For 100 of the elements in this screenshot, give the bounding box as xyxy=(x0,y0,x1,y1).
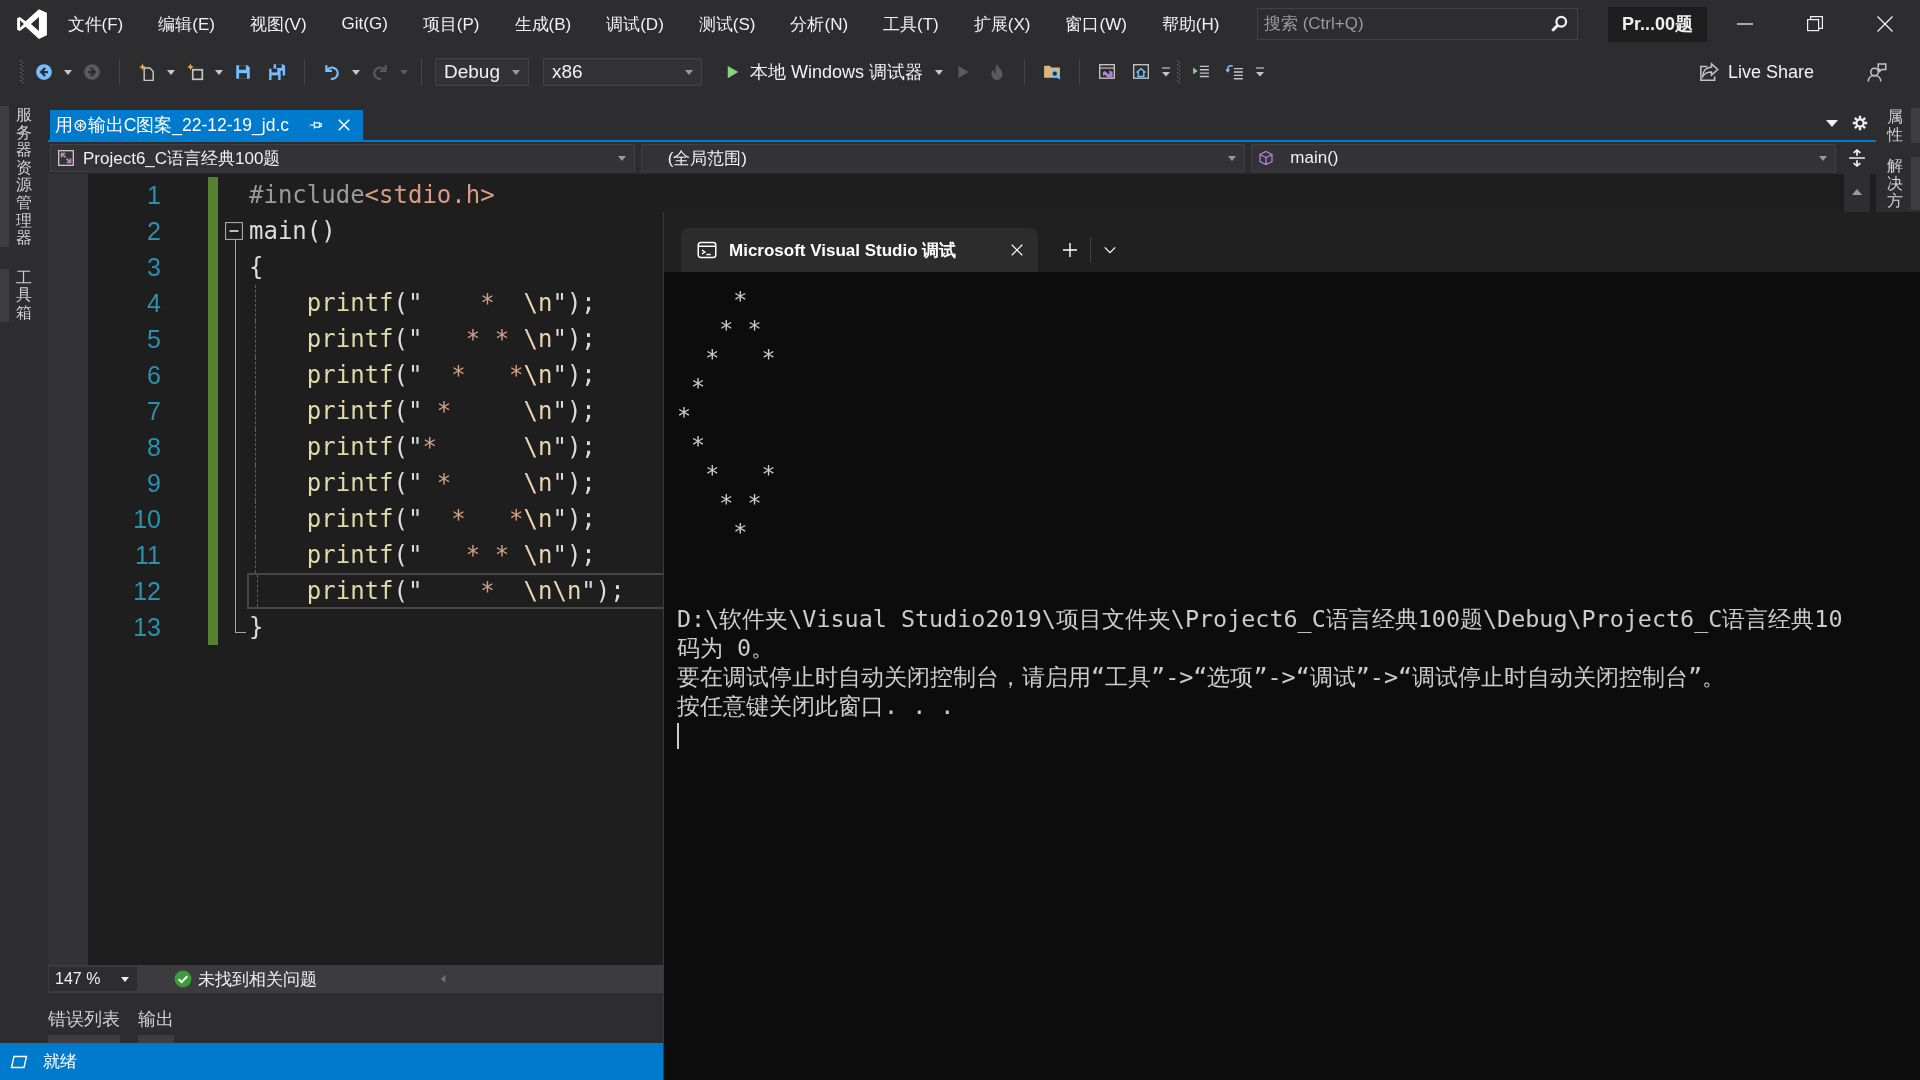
scope-dropdown[interactable]: (全局范围) xyxy=(640,144,1246,172)
menu-item[interactable]: 调试(D) xyxy=(588,6,682,42)
restore-icon xyxy=(1807,16,1823,32)
line-number: 11 xyxy=(134,540,162,571)
document-tab[interactable]: 用⊛输出C图案_22-12-19_jd.c xyxy=(50,110,364,140)
menu-item[interactable]: 视图(V) xyxy=(232,6,325,42)
line-number: 8 xyxy=(146,432,162,463)
menu-item[interactable]: Git(G) xyxy=(324,6,406,42)
forward-icon xyxy=(83,63,101,81)
search-field[interactable]: 搜索 (Ctrl+Q) xyxy=(1256,8,1578,40)
toolbar-dropdown[interactable]: x86 xyxy=(543,58,702,86)
caret-icon[interactable] xyxy=(64,69,72,75)
menu-item[interactable]: 帮助(H) xyxy=(1144,6,1237,42)
line-number: 5 xyxy=(146,324,162,355)
line-number: 13 xyxy=(132,612,162,643)
code-line: printf(" * * \n"); xyxy=(249,321,596,357)
solution-name-badge: Pr...00题 xyxy=(1607,6,1707,42)
text-cursor xyxy=(677,723,679,749)
toolbar-dropdown[interactable]: Debug xyxy=(435,58,529,86)
collapse-icon[interactable] xyxy=(225,222,243,240)
cube-icon xyxy=(1258,150,1275,166)
outdent-icon xyxy=(1226,63,1245,81)
check-circle-icon xyxy=(174,970,192,988)
live-share-button[interactable]: Live Share xyxy=(1692,56,1820,88)
code-line: printf(" * \n"); xyxy=(249,465,596,501)
console-line: D:\软件夹\Visual Studio2019\项目文件夹\Project6_C语言经典100题\Debug\Project6_C语言经典10 xyxy=(677,605,1843,634)
menu-item[interactable]: 工具(T) xyxy=(865,6,957,42)
window-icon xyxy=(1098,63,1117,81)
code-line: printf(" * \n"); xyxy=(249,393,596,429)
save-all-icon xyxy=(268,63,286,81)
start-debugging-button[interactable]: 本地 Windows 调试器 xyxy=(722,58,930,86)
person-icon xyxy=(1867,62,1887,82)
caret-icon[interactable] xyxy=(167,69,175,75)
line-number: 6 xyxy=(146,360,162,391)
code-line: { xyxy=(249,252,264,283)
logo-icon xyxy=(15,7,49,41)
undo-icon xyxy=(323,63,341,81)
menu-item[interactable]: 扩展(X) xyxy=(956,6,1048,42)
home-icon xyxy=(1132,63,1151,81)
caret-icon[interactable] xyxy=(1826,119,1838,127)
line-number: 9 xyxy=(146,468,162,499)
console-line: 要在调试停止时自动关闭控制台，请启用“工具”->“选项”->“调试”->“调试停止时自动关闭控制台”。 xyxy=(677,663,1726,692)
menu-item[interactable]: 分析(N) xyxy=(772,6,866,42)
menu-item[interactable]: 编辑(E) xyxy=(140,6,233,42)
project-icon xyxy=(57,149,75,167)
line-number: 12 xyxy=(132,576,162,607)
code-line: } xyxy=(249,612,264,643)
console-line: 按任意键关闭此窗口. . . xyxy=(677,692,955,721)
caret-icon[interactable] xyxy=(215,69,223,75)
save-icon xyxy=(234,63,252,81)
split-icon xyxy=(1848,149,1866,167)
menu-item[interactable]: 测试(S) xyxy=(681,6,773,42)
line-number: 4 xyxy=(146,288,162,319)
line-number: 1 xyxy=(146,180,162,211)
caret-icon[interactable] xyxy=(121,976,129,982)
share-icon xyxy=(1698,62,1719,82)
tool-window-tab[interactable]: 工具箱 xyxy=(0,268,32,322)
close-icon[interactable] xyxy=(1010,243,1024,257)
add-item-icon xyxy=(186,63,204,81)
line-number: 3 xyxy=(146,252,162,283)
console-tab[interactable]: Microsoft Visual Studio 调试 xyxy=(681,228,1038,272)
console-output: * * * * * * * * * * * * * xyxy=(677,286,776,547)
menu-item[interactable]: 文件(F) xyxy=(50,6,141,42)
zoom-dropdown[interactable]: 147 % xyxy=(49,967,137,991)
search-icon[interactable] xyxy=(1549,15,1568,33)
back-icon xyxy=(35,63,53,81)
toolbar-grip[interactable] xyxy=(1177,60,1182,84)
code-line: #include<stdio.h> xyxy=(249,180,495,211)
member-dropdown[interactable]: main() xyxy=(1251,144,1836,172)
overflow-caret-icon[interactable] xyxy=(1161,65,1172,79)
console-line: 码为 0。 xyxy=(677,634,775,663)
plus-icon[interactable] xyxy=(1062,242,1078,258)
tool-window-tab[interactable]: 服务器资源管理器 xyxy=(0,106,32,247)
menu-item[interactable]: 项目(P) xyxy=(405,6,497,42)
folder-search-icon xyxy=(1043,63,1062,81)
code-line: printf(" * * \n"); xyxy=(249,537,596,573)
project-dropdown[interactable]: Project6_C语言经典100题 xyxy=(50,144,635,172)
caret-icon[interactable] xyxy=(935,69,944,75)
code-line: main() xyxy=(249,216,336,247)
line-number: 10 xyxy=(132,504,162,535)
code-line: printf(" * \n\n"); xyxy=(247,573,663,609)
caret-icon[interactable] xyxy=(352,69,360,75)
minimize-icon xyxy=(1737,23,1753,25)
status-icon xyxy=(9,1053,29,1070)
gear-icon[interactable] xyxy=(1852,115,1868,131)
play-icon xyxy=(726,64,740,80)
overflow-caret-icon[interactable] xyxy=(1255,65,1266,79)
new-project-icon xyxy=(138,63,156,81)
tool-window-tab[interactable]: 属性 xyxy=(1887,108,1920,144)
code-line: printf(" * *\n"); xyxy=(249,357,596,393)
vertical-scrollbar[interactable] xyxy=(1844,174,1870,212)
code-line: printf(" * *\n"); xyxy=(249,501,596,537)
toolbar-grip[interactable] xyxy=(20,60,24,84)
redo-icon xyxy=(371,63,389,81)
menu-item[interactable]: 生成(B) xyxy=(497,6,589,42)
menu-item[interactable]: 窗口(W) xyxy=(1047,6,1145,42)
code-line: printf("* \n"); xyxy=(249,429,596,465)
line-number: 7 xyxy=(146,396,162,427)
issues-status: 未找到相关问题 xyxy=(198,968,317,991)
terminal-icon xyxy=(697,240,717,260)
